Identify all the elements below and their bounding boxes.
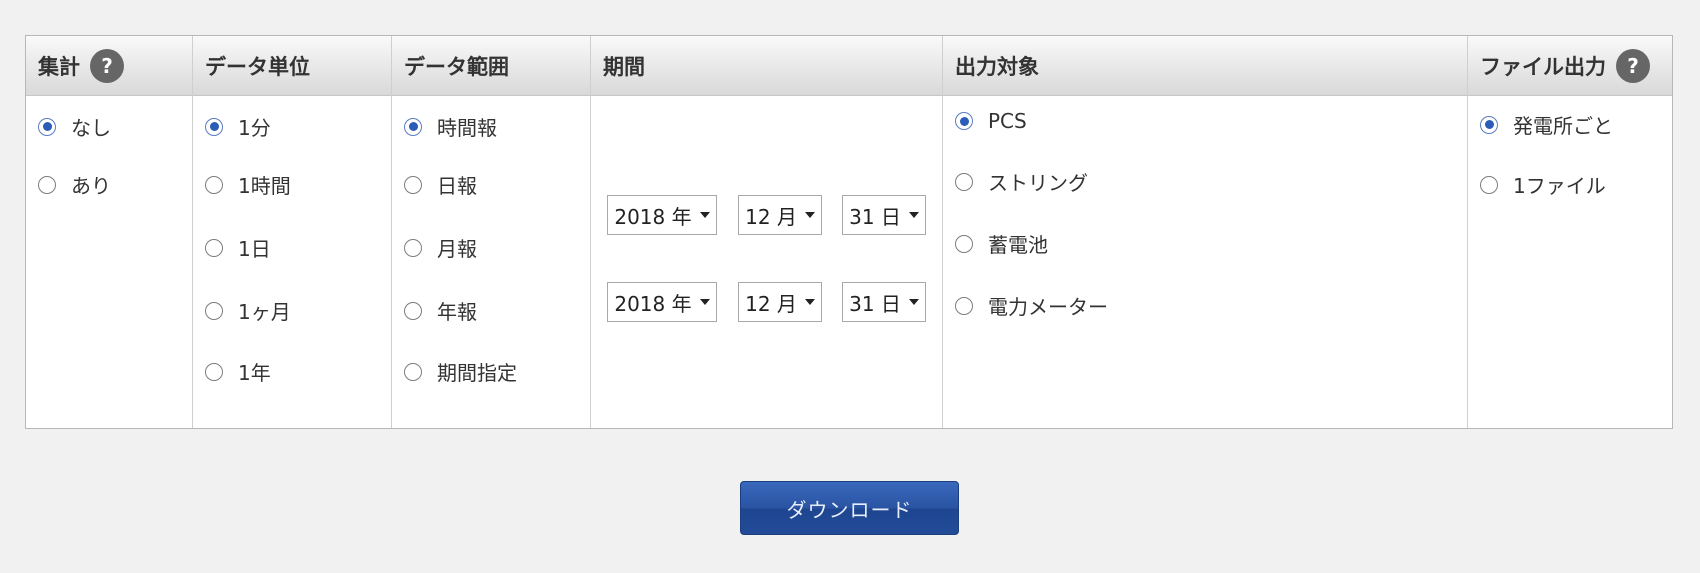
start-day-value: 31 日: [849, 204, 901, 229]
chevron-down-icon: [699, 212, 710, 218]
target-option-label: 電力メーター: [988, 295, 1108, 319]
radio-checked-icon[interactable]: [38, 117, 56, 136]
target-option-label: ストリング: [988, 171, 1088, 195]
range-option-monthly[interactable]: 月報: [404, 233, 477, 262]
end-year-select[interactable]: 2018 年: [607, 282, 717, 322]
unit-header: データ単位: [193, 36, 391, 96]
aggregate-option-none[interactable]: なし: [38, 112, 111, 141]
aggregate-option-label: なし: [71, 116, 111, 140]
target-header: 出力対象: [943, 36, 1467, 96]
file-output-column: ファイル出力 ? 発電所ごと 1ファイル: [1467, 36, 1672, 428]
period-title: 期間: [603, 54, 645, 79]
target-title: 出力対象: [955, 54, 1039, 79]
chevron-down-icon: [804, 299, 815, 305]
radio-checked-icon[interactable]: [404, 117, 422, 136]
radio-unchecked-icon[interactable]: [404, 238, 422, 257]
radio-unchecked-icon[interactable]: [205, 301, 223, 320]
target-option-string[interactable]: ストリング: [955, 167, 1088, 196]
start-month-value: 12 月: [745, 204, 797, 229]
chevron-down-icon: [804, 212, 815, 218]
radio-unchecked-icon[interactable]: [404, 362, 422, 381]
target-option-meter[interactable]: 電力メーター: [955, 291, 1108, 320]
radio-checked-icon[interactable]: [205, 117, 223, 136]
period-column: 期間 2018 年 12 月 31 日 2018 年 12 月 31 日: [590, 36, 942, 428]
range-option-label: 日報: [437, 174, 477, 198]
unit-option-1hour[interactable]: 1時間: [205, 170, 291, 199]
target-option-battery[interactable]: 蓄電池: [955, 229, 1048, 258]
aggregate-header: 集計 ?: [26, 36, 192, 96]
end-day-value: 31 日: [849, 291, 901, 316]
aggregate-column: 集計 ? なし あり: [26, 36, 192, 428]
range-option-custom[interactable]: 期間指定: [404, 357, 517, 386]
unit-option-label: 1日: [238, 237, 271, 261]
aggregate-option-label: あり: [71, 174, 111, 198]
start-year-select[interactable]: 2018 年: [607, 195, 717, 235]
unit-option-1day[interactable]: 1日: [205, 233, 271, 262]
aggregate-help-icon[interactable]: ?: [90, 48, 124, 83]
unit-title: データ単位: [205, 54, 310, 79]
file-output-header: ファイル出力 ?: [1468, 36, 1672, 96]
aggregate-option-yes[interactable]: あり: [38, 170, 111, 199]
range-option-label: 期間指定: [437, 361, 517, 385]
range-option-label: 年報: [437, 300, 477, 324]
unit-option-1min[interactable]: 1分: [205, 112, 271, 141]
range-title: データ範囲: [404, 54, 509, 79]
unit-option-label: 1ヶ月: [238, 300, 291, 324]
radio-unchecked-icon[interactable]: [205, 362, 223, 381]
range-option-daily[interactable]: 日報: [404, 170, 477, 199]
radio-unchecked-icon[interactable]: [205, 175, 223, 194]
range-option-yearly[interactable]: 年報: [404, 296, 477, 325]
radio-checked-icon[interactable]: [1480, 115, 1498, 134]
start-month-select[interactable]: 12 月: [738, 195, 822, 235]
end-month-select[interactable]: 12 月: [738, 282, 822, 322]
chevron-down-icon: [908, 299, 919, 305]
download-button[interactable]: ダウンロード: [740, 481, 959, 535]
end-year-value: 2018 年: [614, 291, 692, 316]
unit-option-label: 1分: [238, 116, 271, 140]
end-day-select[interactable]: 31 日: [842, 282, 926, 322]
end-month-value: 12 月: [745, 291, 797, 316]
target-option-label: PCS: [988, 109, 1027, 133]
unit-option-1year[interactable]: 1年: [205, 357, 271, 386]
start-day-select[interactable]: 31 日: [842, 195, 926, 235]
unit-option-label: 1年: [238, 361, 271, 385]
range-header: データ範囲: [392, 36, 590, 96]
file-output-option-label: 発電所ごと: [1513, 114, 1613, 138]
radio-unchecked-icon[interactable]: [38, 175, 56, 194]
target-option-label: 蓄電池: [988, 233, 1048, 257]
chevron-down-icon: [908, 212, 919, 218]
radio-unchecked-icon[interactable]: [955, 172, 973, 191]
file-output-title: ファイル出力: [1480, 54, 1606, 79]
target-column: 出力対象 PCS ストリング 蓄電池 電力メーター: [942, 36, 1467, 428]
unit-option-label: 1時間: [238, 174, 291, 198]
aggregate-title: 集計: [38, 54, 80, 79]
range-column: データ範囲 時間報 日報 月報 年報 期間指定: [391, 36, 590, 428]
range-option-label: 時間報: [437, 116, 497, 140]
period-header: 期間: [591, 36, 942, 96]
file-output-option-label: 1ファイル: [1513, 174, 1606, 198]
range-option-hourly[interactable]: 時間報: [404, 112, 497, 141]
radio-unchecked-icon[interactable]: [404, 301, 422, 320]
file-output-help-icon[interactable]: ?: [1616, 48, 1650, 83]
download-settings-panel: 集計 ? なし あり データ単位 1分 1時間 1日 1ヶ月 1年 データ範囲 …: [25, 35, 1673, 429]
file-output-option-single-file[interactable]: 1ファイル: [1480, 170, 1606, 199]
radio-checked-icon[interactable]: [955, 112, 973, 130]
unit-column: データ単位 1分 1時間 1日 1ヶ月 1年: [192, 36, 391, 428]
chevron-down-icon: [699, 299, 710, 305]
range-option-label: 月報: [437, 237, 477, 261]
radio-unchecked-icon[interactable]: [955, 296, 973, 315]
radio-unchecked-icon[interactable]: [955, 234, 973, 253]
file-output-option-per-plant[interactable]: 発電所ごと: [1480, 110, 1613, 139]
start-year-value: 2018 年: [614, 204, 692, 229]
radio-unchecked-icon[interactable]: [1480, 175, 1498, 194]
target-option-pcs[interactable]: PCS: [955, 109, 1027, 133]
radio-unchecked-icon[interactable]: [205, 238, 223, 257]
unit-option-1month[interactable]: 1ヶ月: [205, 296, 291, 325]
radio-unchecked-icon[interactable]: [404, 175, 422, 194]
